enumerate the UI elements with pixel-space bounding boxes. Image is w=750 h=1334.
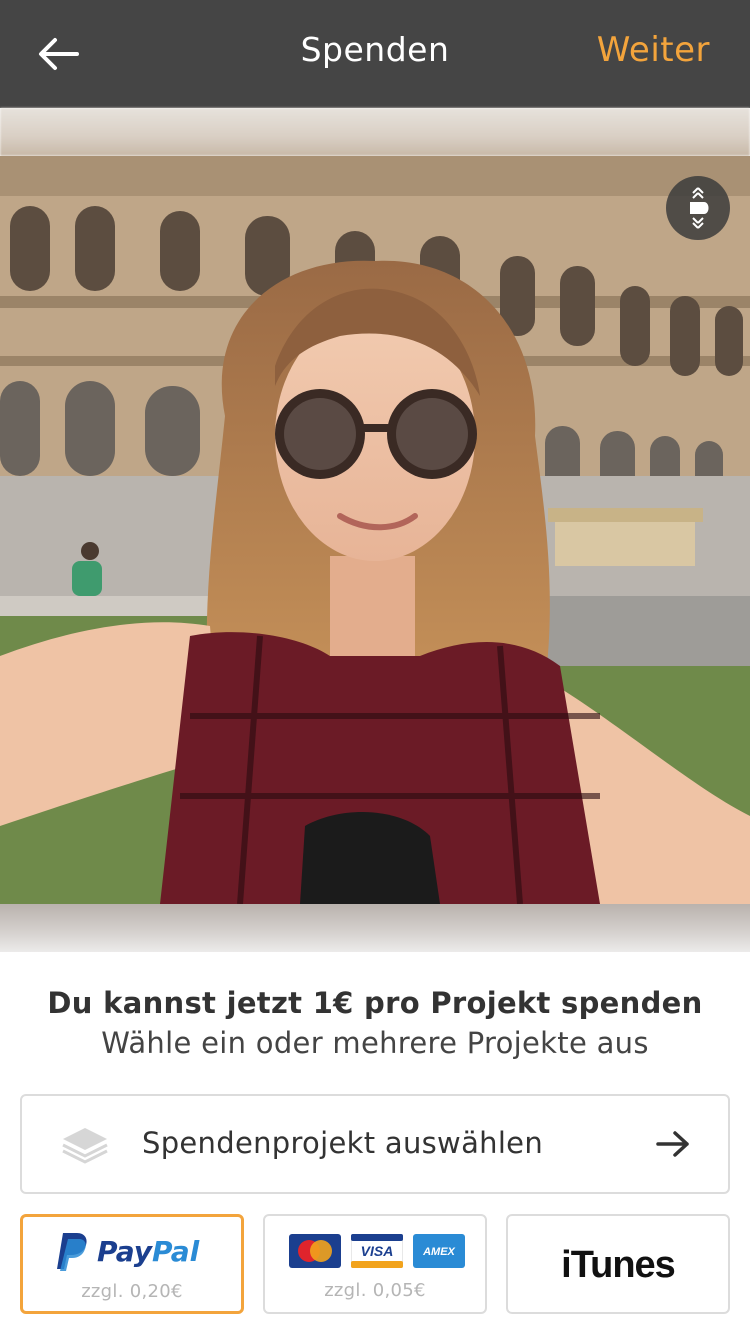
next-button[interactable]: Weiter [597, 30, 710, 70]
select-project-button[interactable]: Spendenprojekt auswählen [20, 1094, 730, 1194]
top-bar: Spenden Weiter [0, 0, 750, 108]
arrow-right-icon [656, 1131, 689, 1157]
donation-headline: Du kannst jetzt 1€ pro Projekt spenden [47, 986, 703, 1020]
paypal-word-pay: Pay [97, 1234, 153, 1268]
visa-icon: VISA [351, 1234, 403, 1268]
paypal-icon [57, 1233, 87, 1271]
selfie-image [0, 156, 750, 904]
paypal-word-pal: Pal [152, 1234, 200, 1268]
svg-text:VISA: VISA [361, 1243, 394, 1259]
paypal-fee: zzgl. 0,20€ [81, 1281, 183, 1302]
amex-icon: AMEX [413, 1234, 465, 1268]
itunes-logo: iTunes [561, 1244, 676, 1286]
payment-option-paypal[interactable]: PayPal zzgl. 0,20€ [20, 1214, 244, 1314]
credit-card-fee: zzgl. 0,05€ [324, 1280, 426, 1301]
svg-text:AMEX: AMEX [422, 1246, 455, 1258]
selfie-photo[interactable] [0, 156, 750, 904]
rotate-orientation-icon [690, 187, 709, 229]
paypal-logo: PayPal [55, 1231, 199, 1271]
select-project-label: Spendenprojekt auswählen [142, 1126, 543, 1160]
layers-icon [62, 1128, 108, 1164]
rotate-orientation-button[interactable] [666, 176, 730, 240]
photo-blur-top [0, 108, 750, 156]
payment-option-itunes[interactable]: iTunes [506, 1214, 730, 1314]
credit-card-logos: VISA AMEX [289, 1234, 465, 1268]
photo-blur-bottom [0, 904, 750, 952]
mastercard-icon [289, 1234, 341, 1268]
payment-option-credit-card[interactable]: VISA AMEX zzgl. 0,05€ [263, 1214, 487, 1314]
donation-subline: Wähle ein oder mehrere Projekte aus [101, 1026, 649, 1060]
